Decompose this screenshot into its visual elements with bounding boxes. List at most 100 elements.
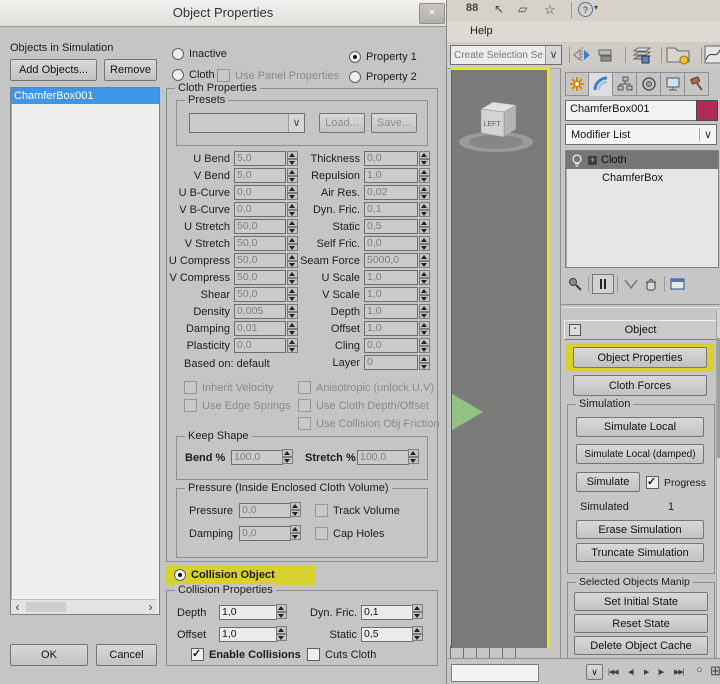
command-panel: ChamferBox001 Modifier List ∨ + Cloth Ch… <box>560 68 720 660</box>
truncate-simulation-button[interactable]: Truncate Simulation <box>576 543 704 562</box>
select-by-name-icon[interactable]: 88 <box>466 2 478 14</box>
dyn-fric-label: Dyn. Fric. <box>301 607 357 619</box>
spinner <box>419 304 430 319</box>
stack-item-cloth[interactable]: + Cloth <box>566 151 718 169</box>
bend-field: 100,0 <box>231 450 283 465</box>
visibility-bulb-icon[interactable] <box>570 153 584 167</box>
expand-plus-icon[interactable]: + <box>588 156 597 165</box>
container-explorer-icon[interactable] <box>664 44 694 66</box>
list-item-selected[interactable]: ChamferBox001 <box>11 88 159 104</box>
fence-selection-icon[interactable]: ▱ <box>518 2 527 16</box>
param-row: Cling0,0 <box>296 337 430 354</box>
scrollbar-thumb[interactable] <box>26 602 66 612</box>
stack-item-chamferbox[interactable]: ChamferBox <box>566 169 718 187</box>
param-label: U Scale <box>296 272 364 284</box>
mirror-icon[interactable] <box>572 46 592 64</box>
progress-checkbox[interactable]: Progress <box>646 476 706 489</box>
checkbox-cuts-cloth[interactable]: Cuts Cloth <box>307 648 376 661</box>
objects-list[interactable]: ChamferBox001 ‹ › <box>10 87 160 615</box>
tab-create[interactable] <box>565 72 589 96</box>
depth-field[interactable]: 1,0 <box>219 605 277 620</box>
radio-property-1[interactable]: Property 1 <box>349 51 417 63</box>
panel-scrollbar[interactable] <box>716 310 720 660</box>
scroll-right-icon[interactable]: › <box>144 601 157 614</box>
object-properties-button[interactable]: Object Properties <box>573 347 707 368</box>
ok-button[interactable]: OK <box>10 644 88 666</box>
dyn-fric-field[interactable]: 0,1 <box>361 605 413 620</box>
cancel-button[interactable]: Cancel <box>96 644 157 666</box>
rollout-object-header[interactable]: - Object <box>564 320 717 340</box>
tab-motion[interactable] <box>637 72 661 96</box>
make-unique-icon[interactable] <box>621 275 641 293</box>
spinner[interactable] <box>412 626 423 641</box>
simulate-button[interactable]: Simulate <box>576 472 640 492</box>
radio-cloth[interactable]: Cloth <box>172 69 215 81</box>
menu-bar: Help <box>446 21 720 43</box>
tab-display[interactable] <box>661 72 685 96</box>
spinner[interactable] <box>276 604 287 619</box>
simulate-local-damped-button[interactable]: Simulate Local (damped) <box>576 444 704 464</box>
next-frame-icon[interactable]: |▶ <box>658 668 663 676</box>
show-end-result-icon[interactable] <box>592 274 614 294</box>
add-objects-button[interactable]: Add Objects... <box>10 59 97 81</box>
delete-object-cache-button[interactable]: Delete Object Cache <box>574 636 708 655</box>
play-icon[interactable]: ▶ <box>644 668 648 676</box>
radio-property-2[interactable]: Property 2 <box>349 71 417 83</box>
key-mode-toggle-icon[interactable]: ○ <box>696 664 703 676</box>
pin-stack-icon[interactable] <box>565 275 585 293</box>
object-name-field[interactable]: ChamferBox001 <box>565 100 697 121</box>
curve-editor-icon[interactable] <box>704 45 720 65</box>
menu-help[interactable]: Help <box>470 25 493 37</box>
spinner[interactable] <box>276 626 287 641</box>
chevron-down-icon: ∨ <box>288 114 304 132</box>
collapse-icon[interactable]: - <box>569 324 581 336</box>
object-color-swatch[interactable] <box>696 100 718 121</box>
mini-listener-field[interactable] <box>451 664 539 682</box>
param-label: Damping <box>168 323 234 335</box>
previous-frame-icon[interactable]: ◀| <box>628 668 633 676</box>
tab-hierarchy[interactable] <box>613 72 637 96</box>
radio-collision-object[interactable]: Collision Object <box>174 569 275 581</box>
set-initial-state-button[interactable]: Set Initial State <box>574 592 708 611</box>
remove-button[interactable]: Remove <box>104 59 157 81</box>
align-icon[interactable] <box>596 46 616 64</box>
checkbox-box[interactable] <box>646 476 659 489</box>
cloth-forces-button[interactable]: Cloth Forces <box>573 375 707 396</box>
erase-simulation-button[interactable]: Erase Simulation <box>576 520 704 539</box>
simulate-local-button[interactable]: Simulate Local <box>576 417 704 437</box>
tab-modify[interactable] <box>589 72 613 96</box>
dialog-titlebar[interactable]: Object Properties <box>0 0 446 27</box>
remove-modifier-icon[interactable] <box>641 275 661 293</box>
reset-state-button[interactable]: Reset State <box>574 614 708 633</box>
damping-field: 0,0 <box>239 526 291 541</box>
viewport-layout-icon[interactable]: ⊞ <box>710 663 720 679</box>
scene-object-green[interactable] <box>452 394 483 430</box>
checkbox-enable-collisions[interactable]: Enable Collisions <box>191 648 301 661</box>
chevron-down-icon[interactable]: ∨ <box>545 46 561 64</box>
viewcube[interactable]: LEFT <box>456 92 536 154</box>
time-dropdown-button[interactable]: ∨ <box>586 664 603 680</box>
spinner <box>290 525 301 540</box>
modifier-stack[interactable]: + Cloth ChamferBox <box>565 150 719 268</box>
layer-manager-icon[interactable] <box>630 45 654 65</box>
tab-utilities[interactable] <box>685 72 709 96</box>
radio-inactive[interactable]: Inactive <box>172 48 227 60</box>
viewport[interactable]: LEFT <box>451 70 548 648</box>
help-dropdown-icon[interactable]: ▾ <box>594 3 598 12</box>
offset-field[interactable]: 1,0 <box>219 627 277 642</box>
param-label: Air Res. <box>296 187 364 199</box>
select-cursor-icon[interactable]: ↖ <box>494 2 504 16</box>
scroll-left-icon[interactable]: ‹ <box>11 601 24 614</box>
go-to-end-icon[interactable]: ▶▶| <box>674 668 684 676</box>
close-button[interactable]: × <box>419 3 445 24</box>
go-to-start-icon[interactable]: |◀◀ <box>608 668 618 676</box>
configure-modifier-sets-icon[interactable] <box>668 275 688 293</box>
modifier-list-dropdown[interactable]: Modifier List ∨ <box>565 124 717 145</box>
static-field[interactable]: 0,5 <box>361 627 413 642</box>
list-horizontal-scrollbar[interactable]: ‹ › <box>11 599 157 614</box>
infocenter-help-icon[interactable]: ? <box>578 2 593 17</box>
chevron-down-icon[interactable]: ∨ <box>699 128 716 141</box>
spinner[interactable] <box>412 604 423 619</box>
named-selection-set-combo[interactable]: Create Selection Se ∨ <box>450 45 562 65</box>
star-selection-icon[interactable]: ☆ <box>544 2 556 18</box>
